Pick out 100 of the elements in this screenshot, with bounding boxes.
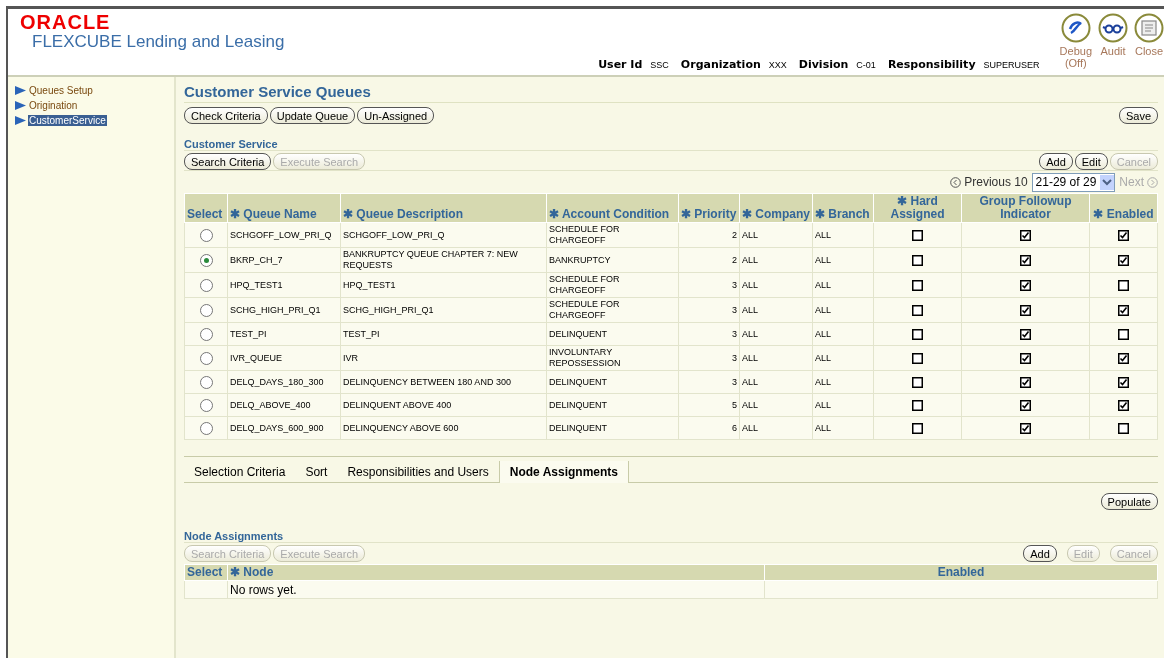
checkbox[interactable] <box>1118 399 1129 411</box>
radio-button[interactable] <box>199 253 213 267</box>
table-cell: ALL <box>739 272 813 298</box>
table-cell: DELINQUENT <box>546 370 679 394</box>
checkbox[interactable] <box>1118 376 1129 388</box>
table-cell: 3 <box>678 297 740 323</box>
save-button[interactable]: Save <box>1118 107 1158 124</box>
add-button[interactable]: Add <box>1039 153 1073 170</box>
table-cell: INVOLUNTARY REPOSSESSION <box>546 345 679 371</box>
checkbox[interactable] <box>912 422 923 434</box>
info-value: C-01 <box>856 60 876 70</box>
radio-button[interactable] <box>199 327 213 341</box>
table-cell: TEST_PI <box>340 322 547 346</box>
toolbar-button[interactable]: Update Queue <box>269 107 356 124</box>
tab[interactable]: Node Assignments <box>498 461 630 483</box>
column-header: ✱ Node <box>227 564 765 581</box>
column-header: Enabled <box>764 564 1158 581</box>
checkbox[interactable] <box>1020 229 1031 241</box>
range-select[interactable]: 21-29 of 29 <box>1031 172 1116 192</box>
section-title: Node Assignments <box>184 530 1158 543</box>
info-label: User Id <box>598 58 643 71</box>
table-cell: ALL <box>812 416 874 440</box>
table-cell: HPQ_TEST1 <box>340 272 547 298</box>
table-cell: DELINQUENCY BETWEEN 180 AND 300 <box>340 370 547 394</box>
table-cell: BKRP_CH_7 <box>227 247 341 273</box>
search-criteria-button[interactable]: Search Criteria <box>184 153 272 170</box>
table-cell: SCHG_HIGH_PRI_Q1 <box>340 297 547 323</box>
tab[interactable]: Selection Criteria <box>184 461 296 483</box>
table-cell: BANKRUPTCY QUEUE CHAPTER 7: NEW REQUESTS <box>340 247 547 273</box>
brand-logo: ORACLE <box>20 12 112 32</box>
triangle-icon <box>14 85 27 96</box>
radio-button[interactable] <box>199 375 213 389</box>
checkbox[interactable] <box>1118 422 1129 434</box>
checkbox[interactable] <box>912 352 923 364</box>
checkbox[interactable] <box>1020 304 1031 316</box>
column-header: Select <box>184 193 228 223</box>
add-button[interactable]: Add <box>1023 545 1057 562</box>
table-cell: 5 <box>678 393 740 417</box>
radio-button[interactable] <box>199 421 213 435</box>
column-header: ✱ Branch <box>812 193 874 223</box>
edit-button[interactable]: Edit <box>1074 153 1108 170</box>
page-title: Customer Service Queues <box>184 83 1158 103</box>
close-button[interactable]: Close <box>1134 13 1164 57</box>
column-header: Group Followup Indicator <box>961 193 1090 223</box>
audit-button[interactable]: Audit <box>1098 13 1128 57</box>
table-cell: DELINQUENCY ABOVE 600 <box>340 416 547 440</box>
checkbox[interactable] <box>912 279 923 291</box>
toolbar-button[interactable]: Un-Assigned <box>357 107 435 124</box>
checkbox[interactable] <box>912 376 923 388</box>
tab[interactable]: Responsibilities and Users <box>337 461 499 483</box>
table-cell: DELQ_DAYS_600_900 <box>227 416 341 440</box>
checkbox[interactable] <box>1020 399 1031 411</box>
table-cell: ALL <box>812 297 874 323</box>
radio-button[interactable] <box>199 398 213 412</box>
column-header: ✱ Queue Description <box>340 193 547 223</box>
checkbox[interactable] <box>1020 422 1031 434</box>
table-cell: DELINQUENT <box>546 416 679 440</box>
checkbox[interactable] <box>1020 328 1031 340</box>
checkbox[interactable] <box>1020 352 1031 364</box>
table-cell: ALL <box>739 222 813 248</box>
checkbox[interactable] <box>912 399 923 411</box>
info-label: Organization <box>680 58 761 71</box>
checkbox[interactable] <box>912 304 923 316</box>
checkbox[interactable] <box>1020 376 1031 388</box>
glasses-icon <box>1098 13 1128 43</box>
checkbox[interactable] <box>912 328 923 340</box>
radio-button[interactable] <box>199 278 213 292</box>
table-cell: ALL <box>812 247 874 273</box>
table-cell: SCHGOFF_LOW_PRI_Q <box>340 222 547 248</box>
table-cell: ALL <box>812 222 874 248</box>
column-header: Select <box>184 564 228 581</box>
radio-button[interactable] <box>199 228 213 242</box>
debug-button[interactable]: Debug (Off) <box>1059 13 1092 69</box>
checkbox[interactable] <box>912 254 923 266</box>
checkbox[interactable] <box>1020 279 1031 291</box>
toolbar-button[interactable]: Check Criteria <box>184 107 268 124</box>
table-cell: SCHEDULE FOR CHARGEOFF <box>546 297 679 323</box>
checkbox[interactable] <box>1118 328 1129 340</box>
previous-link[interactable]: Previous 10 <box>950 175 1028 189</box>
checkbox[interactable] <box>1020 254 1031 266</box>
table-cell: ALL <box>812 345 874 371</box>
sidebar-item[interactable]: Queues Setup <box>14 83 174 98</box>
sidebar-item[interactable]: CustomerService <box>14 113 174 128</box>
checkbox[interactable] <box>1118 352 1129 364</box>
table-cell: ALL <box>812 272 874 298</box>
checkbox[interactable] <box>1118 229 1129 241</box>
radio-button[interactable] <box>199 351 213 365</box>
checkbox[interactable] <box>1118 304 1129 316</box>
swirl-icon <box>1060 13 1091 43</box>
tab[interactable]: Sort <box>295 461 338 483</box>
table-cell: DELINQUENT ABOVE 400 <box>340 393 547 417</box>
sidebar-item[interactable]: Origination <box>14 98 174 113</box>
checkbox[interactable] <box>1118 279 1129 291</box>
product-name: FLEXCUBE Lending and Leasing <box>32 32 285 52</box>
checkbox[interactable] <box>912 229 923 241</box>
table-cell: ALL <box>739 322 813 346</box>
radio-button[interactable] <box>199 303 213 317</box>
populate-button[interactable]: Populate <box>1100 493 1158 510</box>
checkbox[interactable] <box>1118 254 1129 266</box>
empty-message: No rows yet. <box>227 580 765 599</box>
